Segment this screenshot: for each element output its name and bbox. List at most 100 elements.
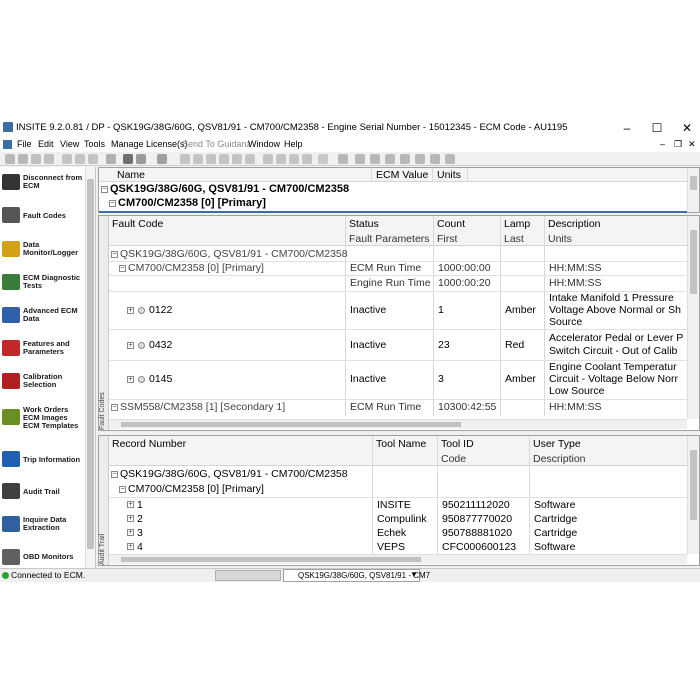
fault-row[interactable]: + 0145 Inactive 3 Amber Engine Coolant T… xyxy=(109,361,687,399)
expand-toggle[interactable]: + xyxy=(127,543,134,550)
audit-trail-scrollbar-thumb[interactable] xyxy=(690,450,697,520)
audit-row[interactable]: + 3 Echek 950788881020 Cartridge xyxy=(109,526,687,540)
toolbar-tool10-icon[interactable] xyxy=(318,154,328,164)
toolbar-cut-icon[interactable] xyxy=(62,154,72,164)
toolbar-tool7-icon[interactable] xyxy=(263,154,273,164)
audit-row[interactable]: + 1 INSITE 950211112020 Software xyxy=(109,498,687,512)
nav-audit-trail[interactable]: Audit Trail xyxy=(0,479,94,509)
menu-send-to-guidanz[interactable]: Send To Guidanz xyxy=(182,139,251,149)
toolbar-tool3-icon[interactable] xyxy=(206,154,216,164)
col-tool-id-header[interactable]: Tool ID xyxy=(441,438,474,450)
ecm-info-scrollbar[interactable] xyxy=(687,168,699,212)
collapse-toggle[interactable]: − xyxy=(111,251,118,258)
menu-file[interactable]: File xyxy=(17,139,32,149)
fault-codes-scrollbar-thumb[interactable] xyxy=(690,230,697,294)
toolbar-copy-icon[interactable] xyxy=(75,154,85,164)
audit-row[interactable]: + 2 Compulink 950877770020 Cartridge xyxy=(109,512,687,526)
collapse-toggle[interactable]: − xyxy=(119,265,126,272)
audit-trail-scrollbar[interactable] xyxy=(687,436,699,554)
toolbar-save-icon[interactable] xyxy=(44,154,54,164)
col-tool-name-header[interactable]: Tool Name xyxy=(376,438,426,450)
menu-window[interactable]: Window xyxy=(248,139,280,149)
toolbar-paste-icon[interactable] xyxy=(88,154,98,164)
col-status-header[interactable]: Status xyxy=(349,218,379,230)
nav-calibration-selection[interactable]: Calibration Selection xyxy=(0,369,94,399)
toolbar-tool12-icon[interactable] xyxy=(445,154,455,164)
toolbar-tool5-icon[interactable] xyxy=(232,154,242,164)
menu-help[interactable]: Help xyxy=(284,139,303,149)
fault-codes-side-tab[interactable]: Fault Codes xyxy=(99,216,109,430)
fault-subgroup-row[interactable]: CM700/CM2358 [0] [Primary] xyxy=(128,262,264,274)
toolbar-tool8-icon[interactable] xyxy=(276,154,286,164)
audit-subgroup-row[interactable]: CM700/CM2358 [0] [Primary] xyxy=(128,483,264,495)
col-first-header[interactable]: First xyxy=(437,233,457,245)
toolbar-filter-icon[interactable] xyxy=(302,154,312,164)
nav-disconnect-from-ecm[interactable]: Disconnect from ECM xyxy=(0,170,94,200)
fault-codes-hscrollbar-thumb[interactable] xyxy=(121,422,461,427)
mdi-minimize-button[interactable]: – xyxy=(660,139,665,149)
maximize-button[interactable]: ☐ xyxy=(642,118,672,138)
toolbar-stop-icon[interactable] xyxy=(400,154,410,164)
nav-trip-information[interactable]: Trip Information xyxy=(0,447,94,477)
toolbar-play-icon[interactable] xyxy=(370,154,380,164)
audit-trail-side-tab[interactable]: Audit Trail xyxy=(99,436,109,565)
ecm-group-row[interactable]: QSK19G/38G/60G, QSV81/91 - CM700/CM2358 xyxy=(110,183,349,195)
col-user-type-header[interactable]: User Type xyxy=(533,438,581,450)
nav-ecm-diagnostic-tests[interactable]: ECM Diagnostic Tests xyxy=(0,270,94,300)
toolbar-print-icon[interactable] xyxy=(123,154,133,164)
nav-fault-codes[interactable]: Fault Codes xyxy=(0,203,94,233)
toolbar-tool6-icon[interactable] xyxy=(245,154,255,164)
col-fault-code-header[interactable]: Fault Code xyxy=(112,218,163,230)
col-description-header[interactable]: Description xyxy=(533,453,586,465)
toolbar-pause-icon[interactable] xyxy=(385,154,395,164)
close-button[interactable]: ✕ xyxy=(672,118,700,138)
audit-trail-hscrollbar[interactable] xyxy=(109,554,687,564)
collapse-toggle[interactable]: − xyxy=(109,200,116,207)
fault-row[interactable]: + 0122 Inactive 1 Amber Intake Manifold … xyxy=(109,292,687,329)
minimize-button[interactable]: – xyxy=(612,118,642,138)
toolbar-record-icon[interactable] xyxy=(415,154,425,164)
ecm-primary-row[interactable]: CM700/CM2358 [0] [Primary] xyxy=(118,197,266,209)
toolbar-open-icon[interactable] xyxy=(31,154,41,164)
col-code-header[interactable]: Code xyxy=(441,453,466,465)
menu-manage-licenses[interactable]: Manage License(s) xyxy=(111,139,188,149)
audit-trail-hscrollbar-thumb[interactable] xyxy=(121,557,421,562)
audit-row[interactable]: + 4 VEPS CFC000600123 Software xyxy=(109,540,687,552)
expand-toggle[interactable]: + xyxy=(127,307,134,314)
toolbar-tool1-icon[interactable] xyxy=(180,154,190,164)
col-units-header[interactable]: Units xyxy=(548,233,572,245)
mdi-restore-button[interactable]: ❐ xyxy=(674,139,682,150)
nav-features-and-parameters[interactable]: Features and Parameters xyxy=(0,336,94,366)
toolbar-rewind-icon[interactable] xyxy=(338,154,348,164)
expand-toggle[interactable]: + xyxy=(127,501,134,508)
col-ecm-value-header[interactable]: ECM Value xyxy=(376,169,428,181)
col-last-header[interactable]: Last xyxy=(504,233,524,245)
col-name-header[interactable]: Name xyxy=(117,169,145,181)
ecm-info-scrollbar-thumb[interactable] xyxy=(690,176,697,190)
menu-tools[interactable]: Tools xyxy=(84,139,105,149)
nav-data-monitor-logger[interactable]: Data Monitor/Logger xyxy=(0,237,94,267)
fault-codes-hscrollbar[interactable] xyxy=(109,419,687,429)
toolbar-tool2-icon[interactable] xyxy=(193,154,203,164)
toolbar-connect-icon[interactable] xyxy=(5,154,15,164)
expand-toggle[interactable]: + xyxy=(127,342,134,349)
expand-toggle[interactable]: + xyxy=(127,376,134,383)
nav-scrollbar[interactable] xyxy=(85,167,95,572)
fault-secondary-row[interactable]: SSM558/CM2358 [1] [Secondary 1] xyxy=(120,401,285,413)
col-lamp-header[interactable]: Lamp xyxy=(504,218,530,230)
collapse-toggle[interactable]: − xyxy=(101,186,108,193)
nav-advanced-ecm-data[interactable]: Advanced ECM Data xyxy=(0,303,94,333)
mdi-close-button[interactable]: ✕ xyxy=(688,139,696,150)
col-fault-parameters-header[interactable]: Fault Parameters xyxy=(349,233,430,245)
toolbar-tool9-icon[interactable] xyxy=(289,154,299,164)
audit-group-row[interactable]: QSK19G/38G/60G, QSV81/91 - CM700/CM2358 xyxy=(120,468,348,480)
ecm-select-dropdown[interactable]: QSK19G/38G/60G, QSV81/91 - CM7 ▼ xyxy=(283,569,430,582)
fault-codes-scrollbar[interactable] xyxy=(687,216,699,419)
collapse-toggle[interactable]: − xyxy=(119,486,126,493)
nav-work-orders[interactable]: Work Orders ECM Images ECM Templates xyxy=(0,404,94,438)
toolbar-delete-icon[interactable] xyxy=(106,154,116,164)
collapse-toggle[interactable]: − xyxy=(111,404,118,411)
toolbar-find-icon[interactable] xyxy=(157,154,167,164)
expand-toggle[interactable]: + xyxy=(127,529,134,536)
col-record-number-header[interactable]: Record Number xyxy=(112,438,186,450)
